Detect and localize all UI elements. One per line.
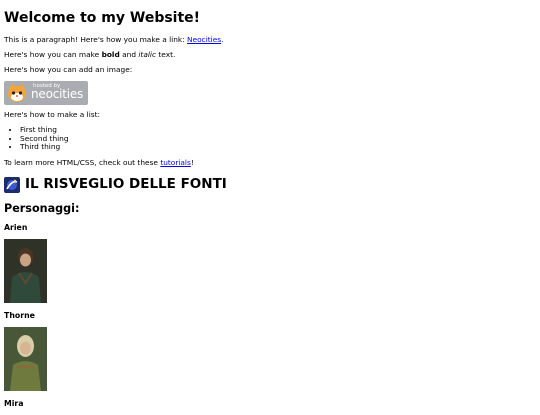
learn-paragraph: To learn more HTML/CSS, check out these …	[4, 157, 194, 167]
neocities-badge-image: hosted by neocities	[4, 81, 88, 106]
italic-text: italic	[138, 50, 157, 60]
game-title: IL RISVEGLIO DELLE FONTI	[4, 176, 536, 194]
list-item: Second thing	[20, 134, 536, 144]
portrait-arien-image	[4, 239, 47, 304]
example-list: First thing Second thing Third thing	[4, 126, 536, 152]
neocities-cat-icon	[8, 83, 26, 103]
list-item: Third thing	[20, 143, 536, 152]
character-name: Thorne	[4, 311, 35, 321]
game-title-text: IL RISVEGLIO DELLE FONTI	[25, 176, 227, 193]
neocities-link[interactable]: Neocities	[187, 35, 221, 44]
intro-paragraph: This is a paragraph! Here's how you make…	[4, 35, 224, 45]
bold-text: bold	[101, 50, 120, 60]
list-item: First thing	[20, 126, 536, 135]
characters-heading: Personaggi:	[4, 202, 80, 216]
badge-neocities-text: neocities	[31, 87, 84, 102]
image-paragraph: Here's how you can add an image:	[4, 65, 133, 75]
character-name: Arien	[4, 223, 28, 233]
list-intro: Here's how to make a list:	[4, 110, 100, 120]
formatting-paragraph: Here's how you can make bold and italic …	[4, 50, 176, 60]
character-name: Mira	[4, 399, 24, 408]
game-logo-icon	[4, 177, 20, 194]
page: Welcome to my Website! This is a paragra…	[0, 10, 540, 409]
page-title: Welcome to my Website!	[4, 10, 201, 26]
portrait-thorne-image	[4, 327, 47, 391]
tutorials-link[interactable]: tutorials	[160, 158, 191, 167]
